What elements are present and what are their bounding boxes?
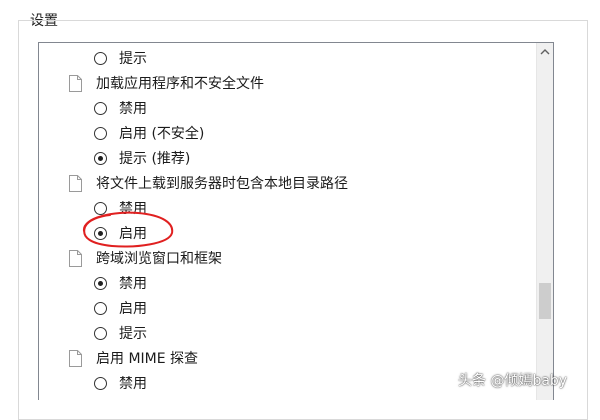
scroll-thumb[interactable] — [539, 283, 551, 319]
radio-button-checked[interactable] — [94, 152, 107, 165]
setting-group-label: 跨域浏览窗口和框架 — [96, 251, 222, 267]
radio-button[interactable] — [94, 102, 107, 115]
radio-option-label[interactable]: 禁用 — [119, 198, 147, 220]
radio-option-label[interactable]: 提示 — [119, 323, 147, 345]
document-icon — [69, 350, 82, 367]
vertical-scrollbar[interactable] — [536, 43, 553, 400]
settings-list[interactable]: 提示 加载应用程序和不安全文件 禁用 启用 (不安全) 提示 (推荐) 将文件上载到服务器… — [38, 42, 554, 400]
radio-button[interactable] — [94, 327, 107, 340]
radio-option-label[interactable]: 提示 — [119, 48, 147, 70]
radio-option-label[interactable]: 禁用 — [119, 273, 147, 295]
radio-button[interactable] — [94, 377, 107, 390]
radio-option-label[interactable]: 禁用 — [119, 98, 147, 120]
radio-option-label[interactable]: 启用 — [119, 223, 147, 245]
scroll-up-button[interactable] — [536, 43, 553, 60]
radio-button[interactable] — [94, 127, 107, 140]
radio-option-label[interactable]: 禁用 — [119, 373, 147, 395]
radio-option-label[interactable]: 启用 — [119, 298, 147, 320]
radio-button[interactable] — [94, 202, 107, 215]
document-icon — [69, 175, 82, 192]
radio-button-checked[interactable] — [94, 227, 107, 240]
chevron-up-icon — [540, 49, 549, 55]
radio-option-label[interactable]: 启用 (不安全) — [119, 123, 204, 145]
radio-button[interactable] — [94, 52, 107, 65]
setting-group-label: 启用 MIME 探查 — [96, 351, 199, 367]
document-icon — [69, 75, 82, 92]
radio-option-label[interactable]: 提示 (推荐) — [119, 148, 190, 170]
watermark-text: 头条 @倾嫣baby — [458, 373, 568, 389]
radio-button[interactable] — [94, 302, 107, 315]
document-icon — [69, 250, 82, 267]
setting-group-label: 将文件上载到服务器时包含本地目录路径 — [96, 176, 348, 192]
setting-group-label: 加载应用程序和不安全文件 — [96, 76, 264, 92]
radio-button-checked[interactable] — [94, 277, 107, 290]
